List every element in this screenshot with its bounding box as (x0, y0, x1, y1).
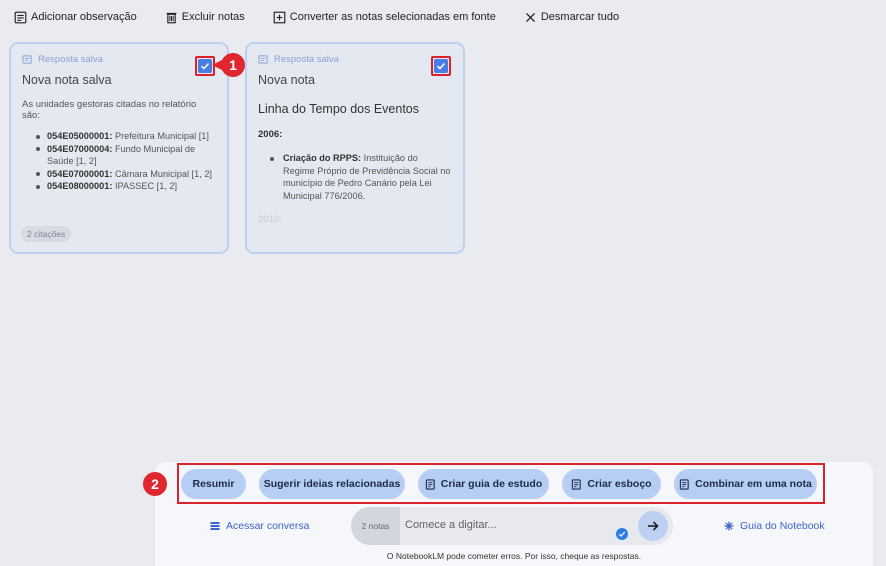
close-icon (525, 12, 535, 22)
card-intro: As unidades gestoras citadas no relatóri… (22, 99, 197, 121)
note-add-icon (14, 11, 27, 23)
open-chat-label: Acessar conversa (226, 520, 310, 532)
study-guide-label: Criar guia de estudo (440, 478, 543, 490)
card-checkbox[interactable] (198, 59, 212, 73)
list-item: 054E05000001: Prefeitura Municipal [1] (36, 130, 216, 143)
suggest-ideas-label: Sugerir ideias relacionadas (263, 478, 401, 490)
card-title: Nova nota salva (22, 73, 112, 87)
card-list: Criação do RPPS: Instituição do Regime P… (258, 152, 452, 202)
list-item: 054E07000001: Câmara Municipal [1, 2] (36, 168, 216, 181)
notebook-guide-label: Guia do Notebook (740, 520, 825, 532)
combine-notes-label: Combinar em uma nota (695, 478, 812, 490)
add-note-button[interactable]: Adicionar observação (14, 11, 137, 24)
unit-code: 054E07000001: (47, 168, 113, 179)
unit-code: 054E08000001: (47, 181, 113, 191)
step-1-badge: 1 (221, 53, 245, 77)
notes-toolbar: Adicionar observação Excluir notas Conve… (0, 0, 886, 34)
card-source: Resposta salva (258, 54, 452, 65)
trash-icon (166, 12, 177, 23)
chat-input[interactable]: Comece a digitar... (405, 519, 497, 531)
list-item: Criação do RPPS: Instituição do Regime P… (270, 152, 452, 202)
step-2-badge: 2 (143, 472, 167, 496)
card-list: 054E05000001: Prefeitura Municipal [1] 0… (22, 130, 216, 193)
chat-icon (210, 522, 220, 530)
unit-code: 054E07000004: (47, 143, 113, 154)
suggest-ideas-button[interactable]: Sugerir ideias relacionadas (259, 469, 405, 499)
unit-name: IPASSEC [1, 2] (112, 181, 178, 191)
list-item: 054E07000004: Fundo Municipal de Saúde [… (36, 143, 216, 168)
summarize-button[interactable]: Resumir (181, 469, 246, 499)
timeline-year: 2010: (258, 214, 282, 226)
checkmark-icon (436, 63, 446, 70)
card-source-label: Resposta salva (274, 54, 339, 65)
sparkle-icon (724, 521, 734, 531)
notebook-guide-button[interactable]: Guia do Notebook (724, 520, 825, 532)
document-icon (425, 478, 435, 490)
saved-response-icon (22, 55, 32, 64)
disclaimer: O NotebookLM pode cometer erros. Por iss… (386, 551, 642, 561)
summarize-label: Resumir (192, 478, 235, 490)
checkmark-icon (200, 63, 210, 70)
card-subtitle: Linha do Tempo dos Eventos (258, 102, 419, 116)
list-item: 054E08000001: IPASSEC [1, 2] (36, 180, 216, 193)
notes-count-pill[interactable]: 2 notas (351, 507, 400, 545)
saved-response-icon (258, 55, 268, 64)
chat-input-bar[interactable]: 2 notas Comece a digitar... (351, 507, 673, 545)
unit-name: Prefeitura Municipal [1] (112, 131, 209, 141)
delete-notes-label: Excluir notas (181, 11, 245, 23)
card-source: Resposta salva (22, 54, 216, 65)
convert-notes-button[interactable]: Converter as notas selecionadas em fonte (273, 11, 496, 24)
timeline-year: 2006: (258, 129, 283, 140)
citations-badge[interactable]: 2 citações (21, 226, 72, 242)
unselect-all-button[interactable]: Desmarcar tudo (524, 11, 619, 24)
document-icon (679, 478, 689, 490)
delete-notes-button[interactable]: Excluir notas (165, 11, 245, 24)
note-card[interactable]: Resposta salva Nova nota salva As unidad… (9, 42, 229, 254)
card-source-label: Resposta salva (38, 54, 103, 65)
arrow-right-icon (648, 521, 659, 531)
outline-button[interactable]: Criar esboço (562, 469, 661, 499)
unit-name: Câmara Municipal [1, 2] (112, 168, 212, 179)
combine-notes-button[interactable]: Combinar em uma nota (674, 469, 817, 499)
unit-code: 054E05000001: (47, 131, 113, 141)
convert-notes-label: Converter as notas selecionadas em fonte (289, 11, 496, 23)
note-actions: Resumir Sugerir ideias relacionadas Cria… (181, 469, 817, 499)
open-chat-button[interactable]: Acessar conversa (210, 520, 309, 532)
document-icon (572, 478, 582, 490)
card-checkbox[interactable] (434, 59, 448, 73)
card-title: Nova nota (258, 73, 315, 87)
event-title: Criação do RPPS: (283, 153, 362, 163)
send-button[interactable] (638, 511, 668, 541)
status-check-icon (616, 528, 628, 540)
add-note-label: Adicionar observação (31, 11, 137, 23)
study-guide-button[interactable]: Criar guia de estudo (418, 469, 549, 499)
note-card[interactable]: Resposta salva Nova nota Linha do Tempo … (245, 42, 465, 254)
convert-to-source-icon (273, 11, 286, 23)
outline-label: Criar esboço (587, 478, 652, 490)
unselect-all-label: Desmarcar tudo (540, 11, 620, 23)
